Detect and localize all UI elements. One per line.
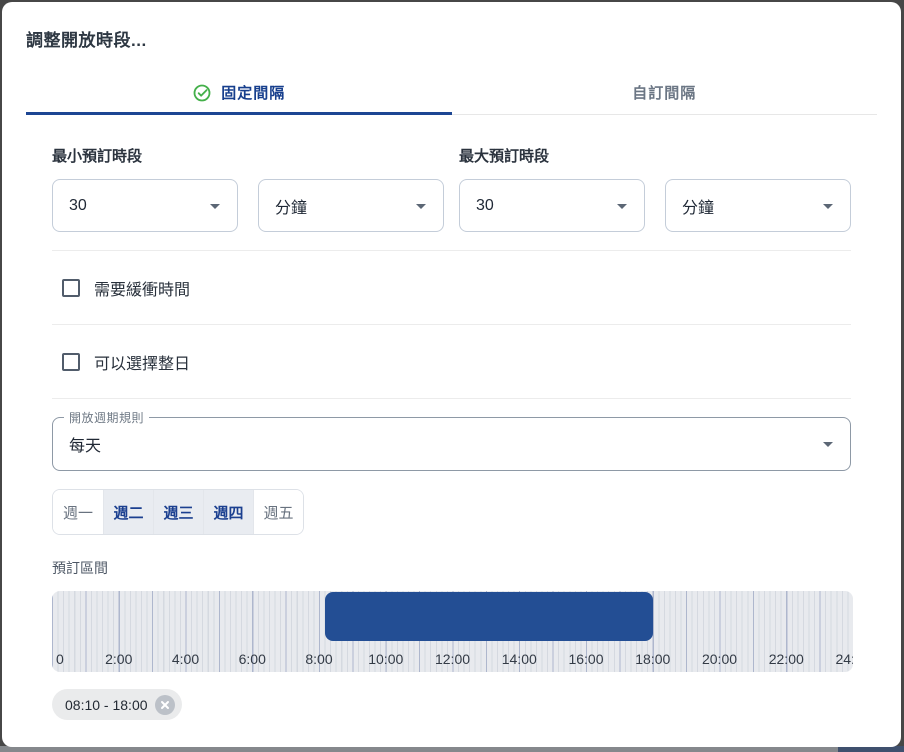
full-day-label: 可以選擇整日	[94, 350, 190, 374]
axis-tick-label: 20:00	[702, 651, 737, 667]
weekday-toggle-group: 週一週二週三週四週五	[52, 489, 304, 535]
axis-tick-label: 16:00	[568, 651, 603, 667]
dropdown-caret-icon	[816, 194, 840, 218]
recurrence-select[interactable]: 開放週期規則 每天	[52, 417, 851, 471]
selected-range-bar[interactable]	[325, 592, 653, 641]
duration-settings: 最小預訂時段 30 分鐘 最大預訂時段 30	[52, 145, 851, 232]
chip-text: 08:10 - 18:00	[65, 697, 148, 713]
dialog-content: 最小預訂時段 30 分鐘 最大預訂時段 30	[2, 145, 901, 720]
min-duration-value: 30	[69, 197, 87, 215]
weekday-toggle-5[interactable]: 週五	[253, 490, 303, 534]
weekday-toggle-4[interactable]: 週四	[203, 490, 253, 534]
min-duration-section: 最小預訂時段 30 分鐘	[52, 145, 444, 232]
adjust-timeslot-dialog: 調整開放時段... 固定間隔 自訂間隔 最小預訂時段 30	[2, 2, 901, 747]
axis-tick-label: 8:00	[305, 651, 332, 667]
max-duration-label: 最大預訂時段	[459, 145, 851, 166]
booking-range-label: 預訂區間	[52, 558, 851, 578]
axis-tick-label: 2:00	[105, 651, 132, 667]
max-duration-value-select[interactable]: 30	[459, 179, 645, 232]
time-range-chip: 08:10 - 18:00	[52, 689, 182, 720]
min-duration-value-select[interactable]: 30	[52, 179, 238, 232]
buffer-time-label: 需要緩衝時間	[94, 276, 190, 300]
max-duration-value: 30	[476, 197, 494, 215]
min-duration-unit-select[interactable]: 分鐘	[258, 179, 444, 232]
axis-tick-label: 14:00	[502, 651, 537, 667]
max-duration-unit-select[interactable]: 分鐘	[665, 179, 851, 232]
max-duration-section: 最大預訂時段 30 分鐘	[459, 145, 851, 232]
time-range-track[interactable]: 0 2:00 4:00 6:00 8:00 10:00 12:00 14:00 16:00 18:…	[52, 591, 853, 672]
recurrence-label: 開放週期規則	[64, 409, 149, 426]
min-duration-label: 最小預訂時段	[52, 145, 444, 166]
tab-label: 固定間隔	[221, 82, 285, 103]
full-day-checkbox-row[interactable]: 可以選擇整日	[52, 325, 851, 398]
tab-fixed-interval[interactable]: 固定間隔	[26, 71, 452, 115]
dropdown-caret-icon	[816, 432, 840, 456]
dialog-title: 調整開放時段...	[26, 26, 877, 51]
tab-label: 自訂間隔	[632, 82, 696, 103]
weekday-toggle-3[interactable]: 週三	[153, 490, 203, 534]
axis-tick-label: 22:00	[769, 651, 804, 667]
chip-delete-icon[interactable]	[155, 695, 175, 715]
tab-bar: 固定間隔 自訂間隔	[26, 71, 877, 115]
axis-tick-label: 18:00	[635, 651, 670, 667]
full-day-checkbox[interactable]	[62, 353, 80, 371]
axis-tick-label: 0	[56, 651, 64, 667]
axis-tick-label: 24:00	[835, 651, 853, 667]
dropdown-caret-icon	[610, 194, 634, 218]
weekday-toggle-1[interactable]: 週一	[53, 490, 103, 534]
check-circle-icon	[192, 83, 212, 103]
axis-tick-label: 4:00	[172, 651, 199, 667]
weekday-toggle-2[interactable]: 週二	[103, 490, 153, 534]
buffer-time-checkbox[interactable]	[62, 279, 80, 297]
axis-tick-label: 10:00	[368, 651, 403, 667]
min-duration-unit: 分鐘	[275, 194, 307, 218]
recurrence-value: 每天	[69, 432, 101, 456]
buffer-time-checkbox-row[interactable]: 需要緩衝時間	[52, 251, 851, 324]
dropdown-caret-icon	[409, 194, 433, 218]
divider	[52, 398, 851, 399]
axis-tick-label: 6:00	[239, 651, 266, 667]
axis-tick-label: 12:00	[435, 651, 470, 667]
max-duration-unit: 分鐘	[682, 194, 714, 218]
tab-custom-interval[interactable]: 自訂間隔	[452, 71, 878, 115]
dropdown-caret-icon	[203, 194, 227, 218]
